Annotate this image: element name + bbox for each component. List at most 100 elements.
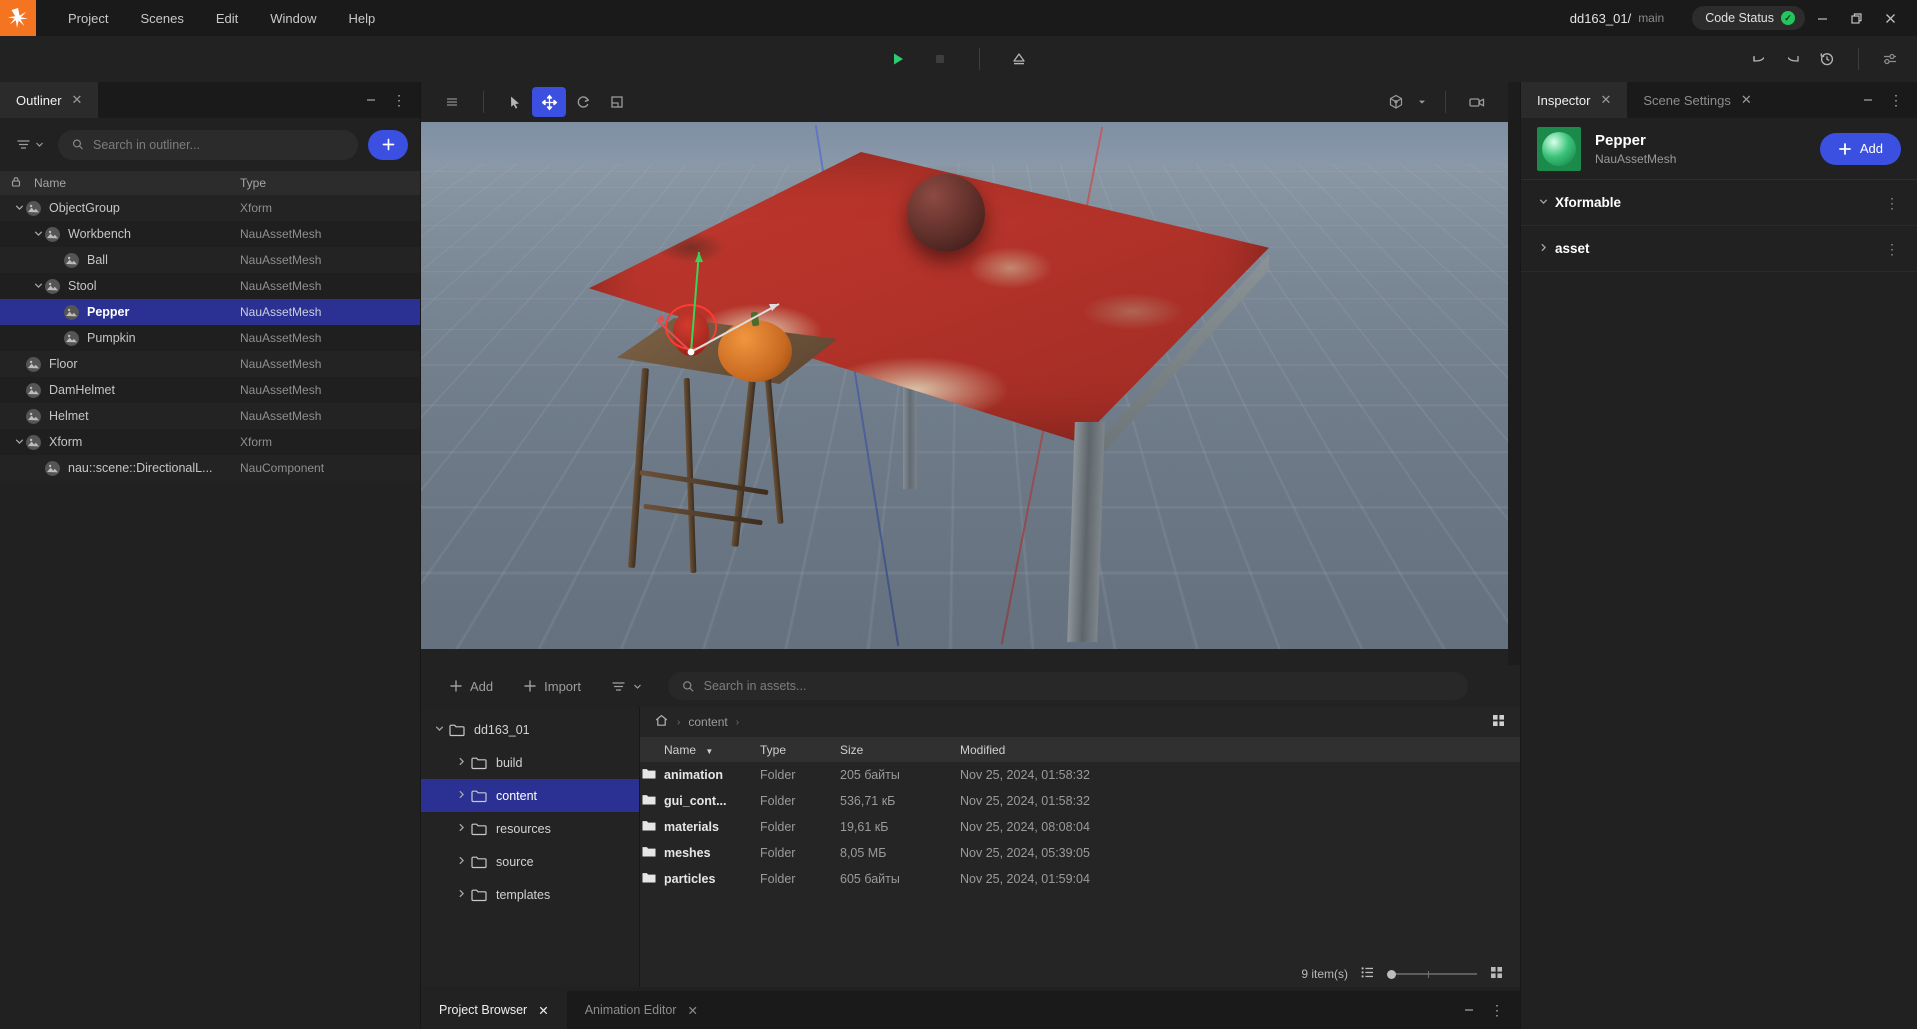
play-button[interactable] <box>881 44 915 74</box>
folder-item-content[interactable]: content <box>421 779 639 812</box>
expand-caret-icon[interactable] <box>451 856 471 868</box>
outliner-row-helmet[interactable]: HelmetNauAssetMesh <box>0 403 420 429</box>
expand-caret-icon[interactable] <box>429 724 449 736</box>
more-vertical-icon[interactable]: ⋮ <box>1885 201 1899 205</box>
expand-caret-icon[interactable] <box>1539 243 1555 255</box>
outliner-row-pumpkin[interactable]: PumpkinNauAssetMesh <box>0 325 420 351</box>
inspector-component-xformable[interactable]: Xformable⋮ <box>1521 180 1917 226</box>
grid-view-icon[interactable] <box>1489 965 1504 983</box>
tool-select-button[interactable] <box>498 87 532 117</box>
more-vertical-icon[interactable]: ⋮ <box>1885 247 1899 251</box>
minimize-icon[interactable] <box>358 85 384 115</box>
asset-import-button[interactable]: Import <box>511 673 593 700</box>
eject-button[interactable] <box>1002 44 1036 74</box>
expand-caret-icon[interactable] <box>31 229 45 240</box>
viewport-camera-button[interactable] <box>1460 87 1494 117</box>
folder-item-build[interactable]: build <box>421 746 639 779</box>
undo-button[interactable] <box>1742 44 1776 74</box>
list-view-icon[interactable] <box>1360 965 1375 983</box>
close-icon[interactable]: ✕ <box>538 1003 548 1018</box>
outliner-row-stool[interactable]: StoolNauAssetMesh <box>0 273 420 299</box>
minimize-icon[interactable] <box>1456 991 1482 1029</box>
expand-caret-icon[interactable] <box>451 790 471 802</box>
minimize-icon[interactable] <box>1855 85 1881 115</box>
asset-filter-button[interactable] <box>599 673 654 700</box>
outliner-filter-button[interactable] <box>12 133 48 156</box>
file-column-type[interactable]: Type <box>760 743 840 757</box>
file-column-size[interactable]: Size <box>840 743 960 757</box>
close-icon[interactable]: ✕ <box>1600 92 1611 108</box>
outliner-row-ball[interactable]: BallNauAssetMesh <box>0 247 420 273</box>
close-icon[interactable]: ✕ <box>72 92 83 108</box>
outliner-add-button[interactable] <box>368 130 408 160</box>
outliner-search-box[interactable] <box>58 130 358 160</box>
app-logo[interactable] <box>0 0 36 36</box>
tab-project-browser[interactable]: Project Browser ✕ <box>421 991 567 1029</box>
tool-scale-button[interactable] <box>600 87 634 117</box>
settings-sliders-button[interactable] <box>1873 44 1907 74</box>
menu-item-edit[interactable]: Edit <box>200 5 254 32</box>
search-input[interactable] <box>93 138 344 152</box>
expand-caret-icon[interactable] <box>31 281 45 292</box>
folder-item-templates[interactable]: templates <box>421 878 639 911</box>
expand-caret-icon[interactable] <box>451 757 471 769</box>
window-minimize-button[interactable] <box>1805 0 1839 36</box>
inspector-component-asset[interactable]: asset⋮ <box>1521 226 1917 272</box>
expand-caret-icon[interactable] <box>12 203 26 214</box>
asset-add-button[interactable]: Add <box>437 673 505 700</box>
file-row[interactable]: materialsFolder19,61 кБNov 25, 2024, 08:… <box>640 814 1520 840</box>
outliner-row-floor[interactable]: FloorNauAssetMesh <box>0 351 420 377</box>
tab-inspector[interactable]: Inspector ✕ <box>1521 82 1627 118</box>
tool-move-button[interactable] <box>532 87 566 117</box>
more-vertical-icon[interactable]: ⋮ <box>1484 991 1510 1029</box>
expand-caret-icon[interactable] <box>451 889 471 901</box>
file-row[interactable]: particlesFolder605 байтыNov 25, 2024, 01… <box>640 866 1520 892</box>
transform-gizmo[interactable] <box>651 242 801 372</box>
close-icon[interactable]: ✕ <box>687 1003 697 1018</box>
viewport-gizmo-dropdown[interactable] <box>1413 87 1431 117</box>
outliner-row-xform[interactable]: XformXform <box>0 429 420 455</box>
folder-item-source[interactable]: source <box>421 845 639 878</box>
redo-button[interactable] <box>1776 44 1810 74</box>
window-maximize-button[interactable] <box>1839 0 1873 36</box>
file-row[interactable]: animationFolder205 байтыNov 25, 2024, 01… <box>640 762 1520 788</box>
viewport-3d-canvas[interactable] <box>421 122 1508 649</box>
asset-search-input[interactable] <box>704 679 1454 693</box>
inspector-add-component-button[interactable]: Add <box>1820 133 1901 165</box>
file-row[interactable]: gui_cont...Folder536,71 кБNov 25, 2024, … <box>640 788 1520 814</box>
home-icon[interactable] <box>654 713 669 731</box>
tool-rotate-button[interactable] <box>566 87 600 117</box>
viewport-gizmo-button[interactable] <box>1379 87 1413 117</box>
window-close-button[interactable] <box>1873 0 1907 36</box>
expand-caret-icon[interactable] <box>1539 197 1555 209</box>
folder-item-dd163_01[interactable]: dd163_01 <box>421 713 639 746</box>
close-icon[interactable]: ✕ <box>1741 92 1752 108</box>
outliner-row-nau-scene-directionall[interactable]: nau::scene::DirectionalL...NauComponent <box>0 455 420 481</box>
tab-outliner[interactable]: Outliner ✕ <box>0 82 98 118</box>
file-column-modified[interactable]: Modified <box>960 743 1160 757</box>
code-status-badge[interactable]: Code Status ✓ <box>1692 6 1805 30</box>
outliner-row-objectgroup[interactable]: ObjectGroupXform <box>0 195 420 221</box>
tab-scene-settings[interactable]: Scene Settings ✕ <box>1627 82 1767 118</box>
history-clock-button[interactable] <box>1810 44 1844 74</box>
breadcrumb-item-content[interactable]: content <box>688 715 727 729</box>
viewport-menu-button[interactable] <box>435 87 469 117</box>
more-vertical-icon[interactable]: ⋮ <box>386 85 412 115</box>
menu-item-window[interactable]: Window <box>254 5 332 32</box>
menu-item-scenes[interactable]: Scenes <box>124 5 199 32</box>
file-column-name[interactable]: Name ▼ <box>640 743 760 757</box>
outliner-row-pepper[interactable]: PepperNauAssetMesh <box>0 299 420 325</box>
outliner-row-workbench[interactable]: WorkbenchNauAssetMesh <box>0 221 420 247</box>
asset-search-box[interactable] <box>668 672 1468 700</box>
expand-caret-icon[interactable] <box>451 823 471 835</box>
file-row[interactable]: meshesFolder8,05 МБNov 25, 2024, 05:39:0… <box>640 840 1520 866</box>
outliner-row-damhelmet[interactable]: DamHelmetNauAssetMesh <box>0 377 420 403</box>
grid-view-icon[interactable] <box>1491 713 1506 731</box>
stop-button[interactable] <box>923 44 957 74</box>
more-vertical-icon[interactable]: ⋮ <box>1883 85 1909 115</box>
folder-item-resources[interactable]: resources <box>421 812 639 845</box>
tab-animation-editor[interactable]: Animation Editor ✕ <box>567 991 716 1029</box>
ball-object[interactable] <box>907 174 985 252</box>
menu-item-project[interactable]: Project <box>52 5 124 32</box>
expand-caret-icon[interactable] <box>12 437 26 448</box>
